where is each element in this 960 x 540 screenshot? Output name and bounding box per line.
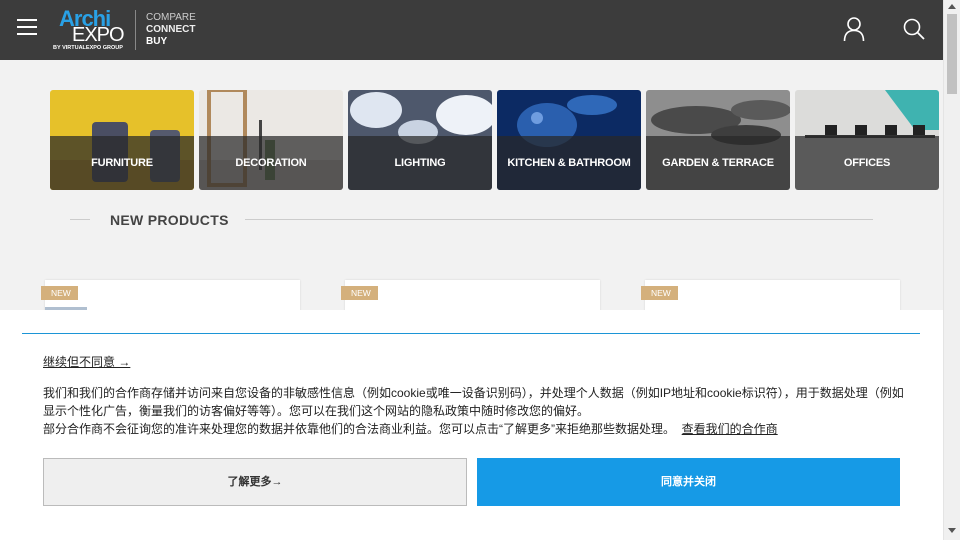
category-label: KITCHEN & BATHROOM xyxy=(507,157,631,169)
new-badge: NEW xyxy=(641,286,678,300)
learn-more-button[interactable]: 了解更多→ xyxy=(43,458,467,506)
category-lighting[interactable]: LIGHTING xyxy=(348,90,492,190)
cookie-text-line2-wrap: 部分合作商不会征询您的准许来处理您的数据并依靠他们的合法商业利益。您可以点击“了… xyxy=(43,420,913,438)
category-label: OFFICES xyxy=(843,157,891,169)
tagline-connect: CONNECT xyxy=(146,24,196,35)
category-label: LIGHTING xyxy=(394,157,446,169)
user-icon[interactable] xyxy=(843,16,865,42)
logo-divider xyxy=(135,10,136,50)
tagline-compare: COMPARE xyxy=(146,12,196,23)
logo-by-text: BY VIRTUALEXPO GROUP xyxy=(53,45,123,51)
scroll-up-arrow-icon[interactable] xyxy=(948,4,956,9)
category-offices[interactable]: OFFICES xyxy=(795,90,939,190)
logo-expo-text: EXPO xyxy=(72,24,125,46)
page-scrollbar[interactable] xyxy=(943,0,960,540)
continue-without-agreeing-link[interactable]: 继续但不同意 → xyxy=(43,353,130,370)
category-garden-terrace[interactable]: GARDEN & TERRACE xyxy=(646,90,790,190)
view-partners-link[interactable]: 查看我们的合作商 xyxy=(682,422,778,436)
new-badge: NEW xyxy=(341,286,378,300)
category-label: FURNITURE xyxy=(91,157,153,169)
scroll-down-arrow-icon[interactable] xyxy=(948,528,956,533)
category-label: DECORATION xyxy=(235,157,307,169)
section-divider xyxy=(245,219,873,220)
menu-icon[interactable] xyxy=(17,18,37,36)
cookie-text-line2: 部分合作商不会征询您的准许来处理您的数据并依靠他们的合法商业利益。您可以点击“了… xyxy=(43,422,675,436)
site-header: Archi EXPO BY VIRTUALEXPO GROUP COMPARE … xyxy=(0,0,943,60)
archiexpo-logo[interactable]: Archi EXPO BY VIRTUALEXPO GROUP xyxy=(52,6,132,54)
new-products-title: NEW PRODUCTS xyxy=(110,212,229,228)
agree-and-close-button[interactable]: 同意并关闭 xyxy=(477,458,900,506)
category-label: GARDEN & TERRACE xyxy=(662,157,774,169)
category-furniture[interactable]: FURNITURE xyxy=(50,90,194,190)
cookie-text-line1: 我们和我们的合作商存储并访问来自您设备的非敏感性信息（例如cookie或唯一设备… xyxy=(43,386,904,418)
tagline-buy: BUY xyxy=(146,36,168,47)
search-icon[interactable] xyxy=(903,18,925,40)
category-kitchen-bathroom[interactable]: KITCHEN & BATHROOM xyxy=(497,90,641,190)
scroll-thumb[interactable] xyxy=(947,14,957,94)
banner-top-border xyxy=(22,333,920,334)
tagline: COMPARE CONNECT BUY xyxy=(146,12,196,48)
cookie-description: 我们和我们的合作商存储并访问来自您设备的非敏感性信息（例如cookie或唯一设备… xyxy=(43,384,913,438)
section-divider xyxy=(70,219,90,220)
cookie-consent-banner: 继续但不同意 → 我们和我们的合作商存储并访问来自您设备的非敏感性信息（例如co… xyxy=(0,310,943,540)
category-decoration[interactable]: DECORATION xyxy=(199,90,343,190)
new-badge: NEW xyxy=(41,286,78,300)
